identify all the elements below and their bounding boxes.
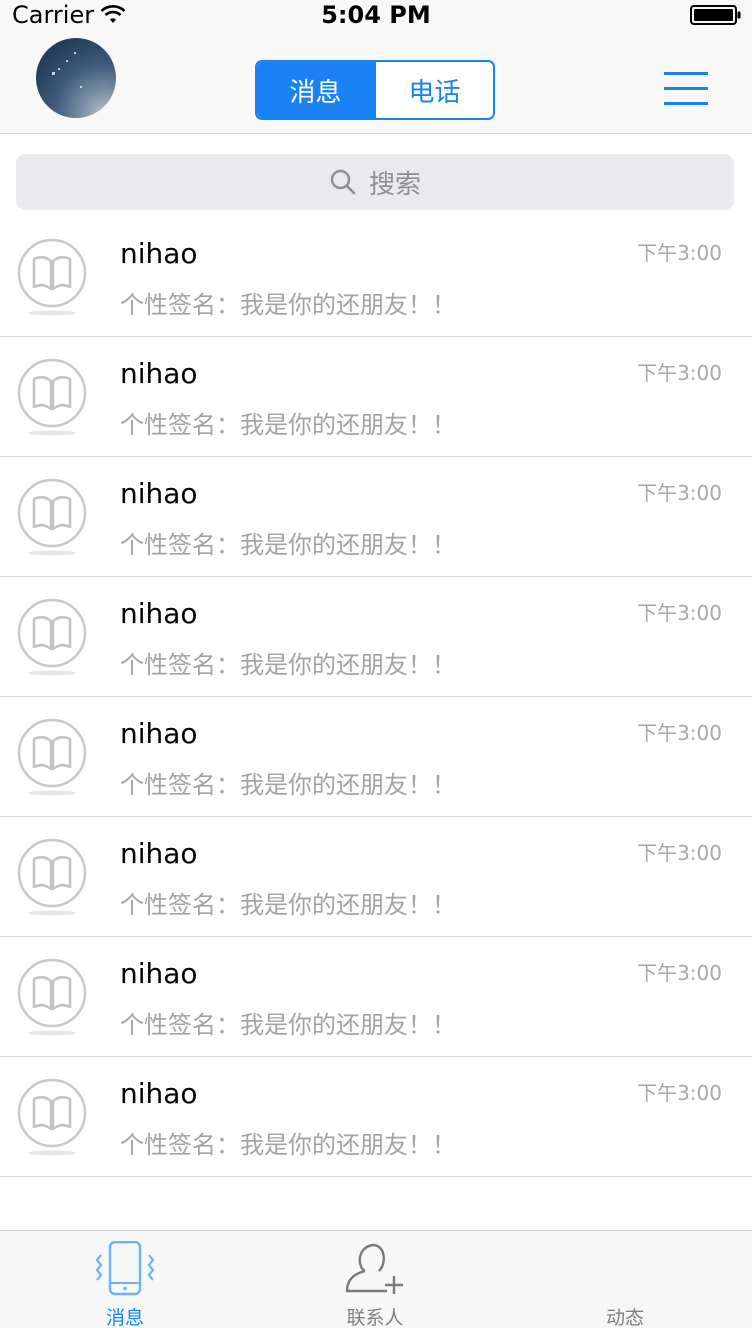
book-avatar-icon (17, 478, 87, 556)
contact-name: nihao (120, 717, 198, 750)
book-avatar-icon (17, 958, 87, 1036)
vibrating-phone-icon (95, 1241, 155, 1296)
conversation-row[interactable]: nihao 个性签名：我是你的还朋友！！ 下午3:00 (0, 817, 752, 937)
message-time: 下午3:00 (637, 241, 722, 265)
battery-icon (690, 5, 741, 25)
contact-name: nihao (120, 237, 198, 270)
tab-label: 联系人 (346, 1307, 404, 1328)
add-contact-icon (345, 1243, 403, 1294)
contact-signature: 个性签名：我是你的还朋友！！ (120, 1131, 456, 1159)
avatar-star-dot (66, 60, 68, 62)
search-icon (330, 169, 356, 195)
tab-bar: 消息 联系人 动态 (0, 1230, 752, 1328)
contact-signature: 个性签名：我是你的还朋友！！ (120, 651, 456, 679)
user-avatar[interactable] (36, 38, 116, 118)
contact-signature: 个性签名：我是你的还朋友！！ (120, 291, 456, 319)
book-avatar-icon (17, 358, 87, 436)
contact-name: nihao (120, 837, 198, 870)
search-placeholder: 搜索 (368, 169, 421, 200)
conversation-row[interactable]: nihao 个性签名：我是你的还朋友！！ 下午3:00 (0, 697, 752, 817)
conversation-row[interactable]: nihao 个性签名：我是你的还朋友！！ 下午3:00 (0, 577, 752, 697)
conversation-row[interactable]: nihao 个性签名：我是你的还朋友！！ 下午3:00 (0, 1057, 752, 1177)
contact-signature: 个性签名：我是你的还朋友！！ (120, 891, 456, 919)
contact-name: nihao (120, 597, 198, 630)
conversation-row[interactable]: nihao 个性签名：我是你的还朋友！！ 下午3:00 (0, 217, 752, 337)
book-avatar-icon (17, 838, 87, 916)
message-call-segmented-control: 消息 电话 (255, 60, 495, 120)
search-area: 搜索 (0, 135, 752, 223)
hamburger-menu-icon[interactable] (662, 68, 712, 110)
book-avatar-icon (17, 718, 87, 796)
contact-signature: 个性签名：我是你的还朋友！！ (120, 411, 456, 439)
conversation-row[interactable]: nihao 个性签名：我是你的还朋友！！ 下午3:00 (0, 937, 752, 1057)
menu-line (664, 87, 708, 90)
book-avatar-icon (17, 1078, 87, 1156)
tab-messages[interactable]: 消息 (0, 1231, 250, 1328)
conversation-row[interactable]: nihao 个性签名：我是你的还朋友！！ 下午3:00 (0, 337, 752, 457)
message-time: 下午3:00 (637, 841, 722, 865)
nav-bar: 消息 电话 (0, 30, 752, 134)
message-time: 下午3:00 (637, 721, 722, 745)
contact-name: nihao (120, 1077, 198, 1110)
segment-messages[interactable]: 消息 (257, 62, 374, 118)
app-screen: Carrier 5:04 PM 消息 电话 搜索 nihao 个性签名：我是你的… (0, 0, 752, 1328)
contact-signature: 个性签名：我是你的还朋友！！ (120, 771, 456, 799)
avatar-star-dot (74, 52, 76, 54)
message-time: 下午3:00 (637, 1081, 722, 1105)
book-avatar-icon (17, 238, 87, 316)
conversation-list: nihao 个性签名：我是你的还朋友！！ 下午3:00 nihao 个性签名：我是你的还… (0, 217, 752, 1177)
tab-moments[interactable]: 动态 (500, 1231, 750, 1328)
contact-name: nihao (120, 477, 198, 510)
search-input[interactable]: 搜索 (16, 154, 734, 210)
contact-signature: 个性签名：我是你的还朋友！！ (120, 531, 456, 559)
message-time: 下午3:00 (637, 481, 722, 505)
message-time: 下午3:00 (637, 361, 722, 385)
book-avatar-icon (17, 598, 87, 676)
tab-label: 消息 (105, 1307, 144, 1328)
contact-name: nihao (120, 957, 198, 990)
avatar-star-dot (52, 72, 55, 75)
segment-calls[interactable]: 电话 (374, 62, 493, 118)
avatar-star-dot (58, 68, 60, 70)
menu-line (664, 72, 708, 75)
tab-label: 动态 (605, 1307, 644, 1328)
status-time: 5:04 PM (321, 1, 431, 29)
menu-line (664, 102, 708, 105)
tab-contacts[interactable]: 联系人 (250, 1231, 500, 1328)
message-time: 下午3:00 (637, 961, 722, 985)
avatar-star-dot (80, 86, 82, 88)
contact-name: nihao (120, 357, 198, 390)
message-time: 下午3:00 (637, 601, 722, 625)
status-bar: Carrier 5:04 PM (0, 0, 752, 30)
contact-signature: 个性签名：我是你的还朋友！！ (120, 1011, 456, 1039)
conversation-row[interactable]: nihao 个性签名：我是你的还朋友！！ 下午3:00 (0, 457, 752, 577)
